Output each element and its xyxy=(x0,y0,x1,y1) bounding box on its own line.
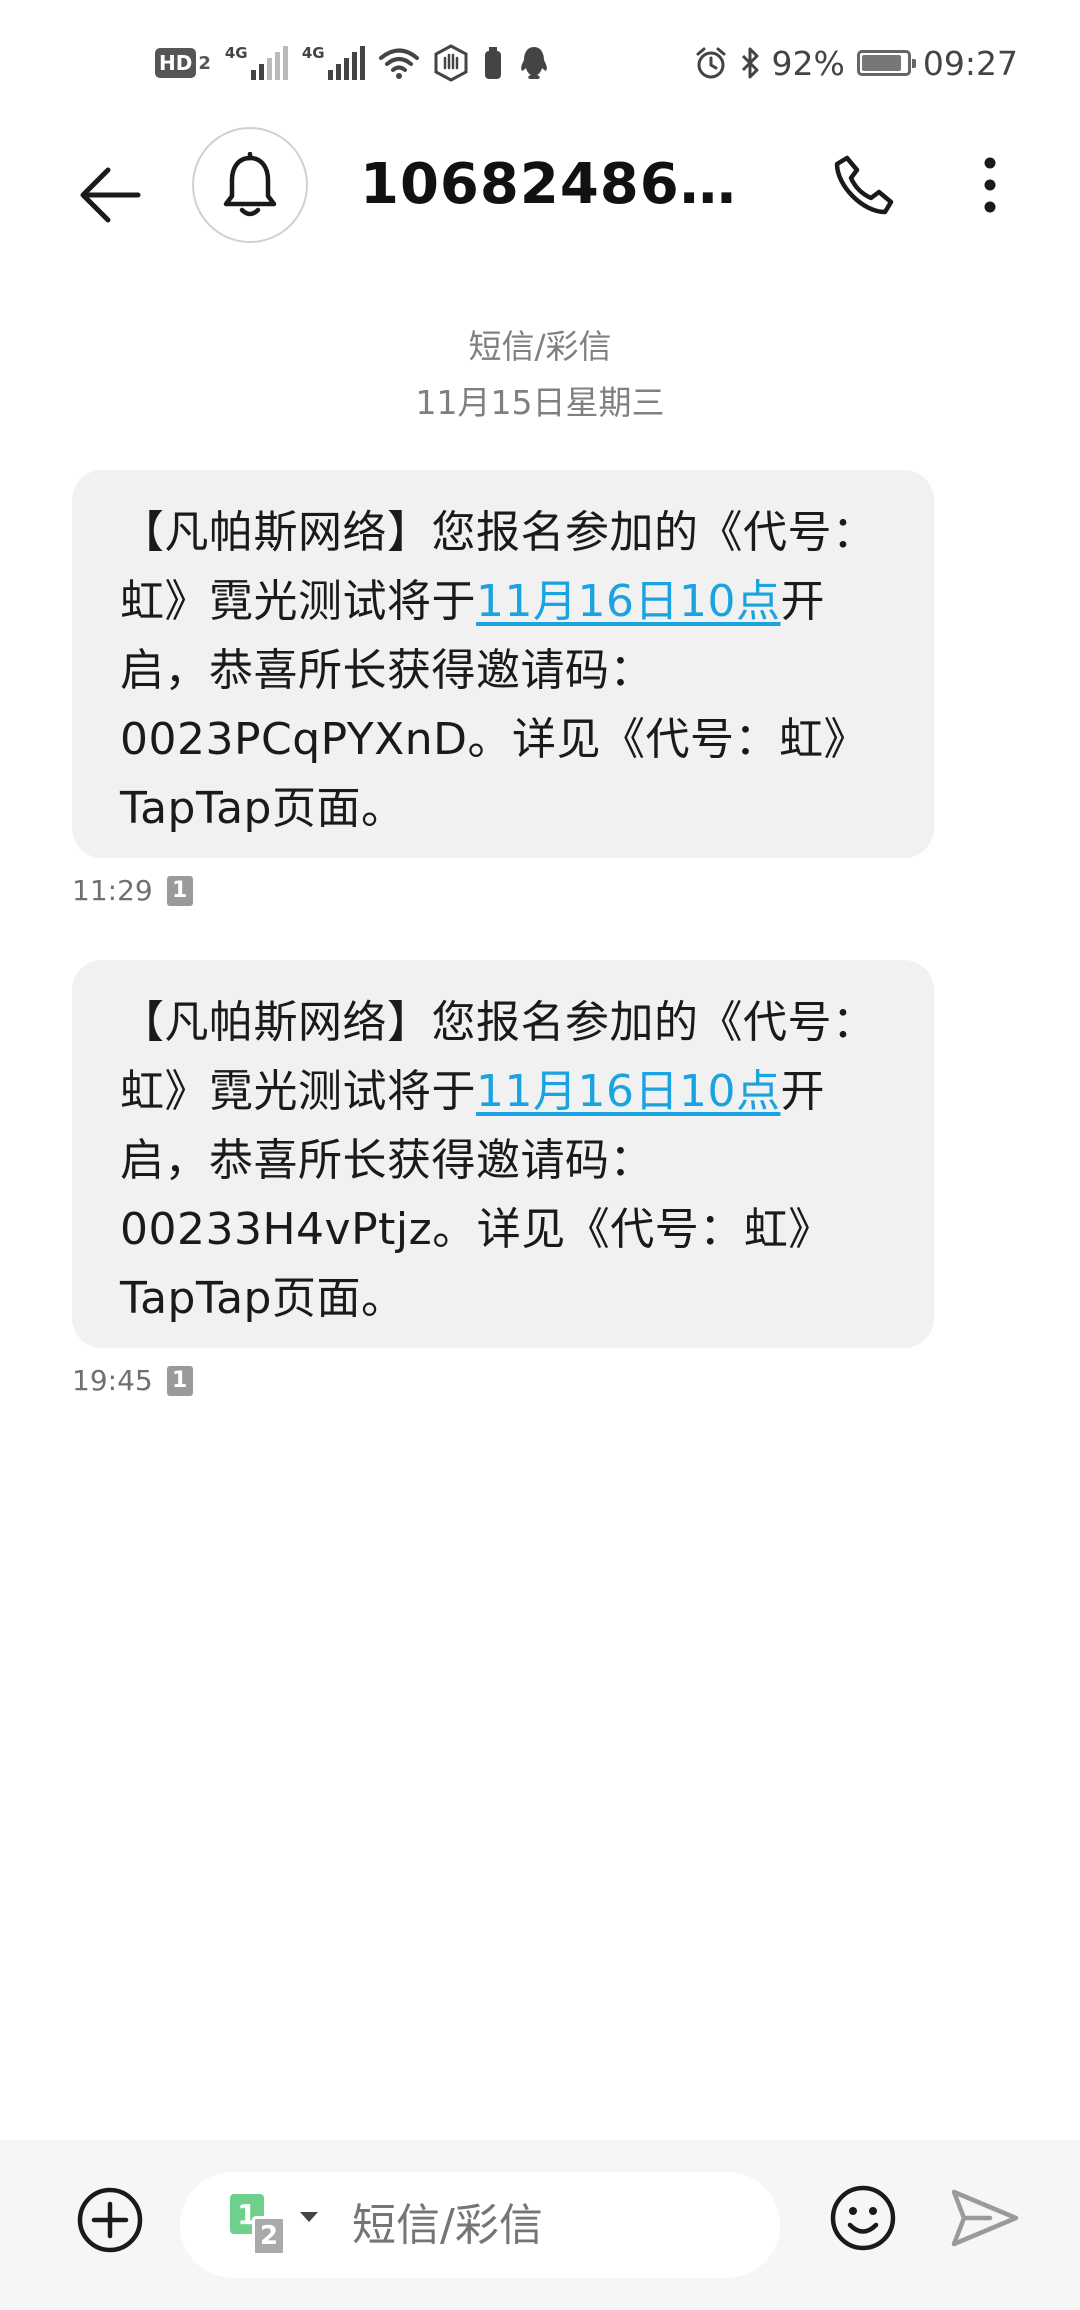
wifi-icon xyxy=(378,48,419,79)
bell-icon xyxy=(223,152,277,217)
contact-avatar[interactable] xyxy=(192,127,308,243)
status-bar: HD 2 4G 4G 92% 09:27 xyxy=(0,0,1080,125)
emoji-icon xyxy=(830,2185,896,2251)
signal-icon: 4G xyxy=(301,44,365,80)
channel-label: 短信/彩信 xyxy=(468,327,612,366)
network-type: 4G xyxy=(301,44,325,62)
date-link[interactable]: 11月16日10点 xyxy=(476,1066,780,1117)
battery-fill xyxy=(861,55,901,71)
phone-icon xyxy=(834,155,894,215)
message-meta: 19:45 1 xyxy=(72,1364,193,1397)
call-button[interactable] xyxy=(824,145,904,225)
date-link[interactable]: 11月16日10点 xyxy=(476,576,780,627)
alarm-icon xyxy=(696,47,726,79)
contact-title[interactable]: 1068248676… xyxy=(360,147,760,223)
message-meta: 11:29 1 xyxy=(72,874,193,907)
status-left: HD 2 4G 4G xyxy=(155,38,551,88)
bluetooth-icon xyxy=(741,47,759,79)
more-options-button[interactable] xyxy=(950,145,1030,225)
back-button[interactable] xyxy=(70,155,150,235)
sim-card-icon: 1 xyxy=(166,875,193,906)
send-button[interactable] xyxy=(945,2178,1025,2258)
battery-icon xyxy=(856,50,916,76)
message-bubble[interactable]: 【凡帕斯网络】您报名参加的《代号：虹》霓光测试将于11月16日10点开启，恭喜所… xyxy=(72,960,934,1348)
sim-2-icon: 2 xyxy=(252,2216,286,2256)
message-input[interactable] xyxy=(350,2172,754,2280)
network-type: 4G xyxy=(224,44,248,62)
message-composer: 1 2 xyxy=(0,2140,1080,2310)
hd-badge: HD xyxy=(155,48,197,78)
hd-sub: 2 xyxy=(198,52,211,74)
hand-icon xyxy=(434,44,468,82)
hd-icon: HD 2 xyxy=(155,48,211,78)
message-bubble[interactable]: 【凡帕斯网络】您报名参加的《代号：虹》霓光测试将于11月16日10点开启，恭喜所… xyxy=(72,470,934,858)
sim-card-icon: 1 xyxy=(166,1365,193,1396)
date-label: 11月15日星期三 xyxy=(415,383,665,422)
add-circle-icon xyxy=(77,2187,143,2253)
sim-select-button[interactable]: 1 2 xyxy=(230,2194,330,2258)
signal-icon: 4G xyxy=(224,44,288,80)
status-right: 92% 09:27 xyxy=(694,38,1018,88)
battery-percent: 92% xyxy=(771,43,845,83)
more-vertical-icon xyxy=(984,157,996,213)
conversation-header: 1068248676… xyxy=(0,125,1080,245)
message-time: 11:29 xyxy=(72,874,153,907)
message-time: 19:45 xyxy=(72,1364,153,1397)
send-icon xyxy=(951,2189,1019,2247)
back-arrow-icon xyxy=(80,167,141,223)
chevron-down-icon xyxy=(300,2212,318,2222)
attach-button[interactable] xyxy=(70,2180,150,2260)
message-input-box[interactable]: 1 2 xyxy=(180,2172,780,2280)
qq-icon xyxy=(521,47,547,79)
clock: 09:27 xyxy=(922,43,1018,83)
battery-small-icon xyxy=(484,47,501,79)
emoji-button[interactable] xyxy=(823,2178,903,2258)
